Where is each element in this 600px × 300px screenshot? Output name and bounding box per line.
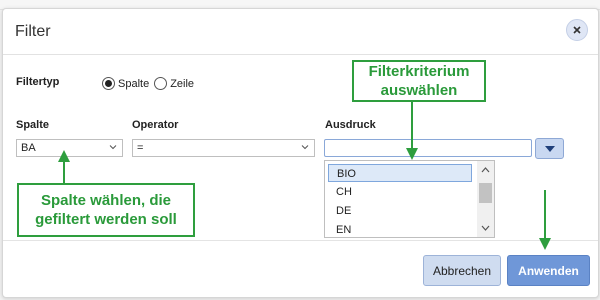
expression-label: Ausdruck — [325, 119, 376, 131]
list-item[interactable]: BIO — [328, 164, 472, 182]
chevron-down-icon[interactable] — [480, 223, 491, 233]
column-select-value: BA — [21, 142, 36, 154]
dialog-header: Filter — [3, 9, 598, 55]
expression-dropdown-button[interactable] — [535, 138, 564, 159]
chevron-up-icon[interactable] — [480, 165, 491, 175]
filter-type-radio-group: Spalte Zeile — [102, 77, 199, 90]
list-item[interactable]: EN — [328, 221, 472, 239]
cancel-button[interactable]: Abbrechen — [423, 255, 501, 286]
filter-dialog: Filter Filtertyp Spalte Zeile Spalte Ope… — [2, 8, 599, 298]
apply-button[interactable]: Anwenden — [507, 255, 590, 286]
radio-row-label: Zeile — [170, 77, 195, 90]
callout-choose-column: Spalte wählen, die gefiltert werden soll — [17, 183, 195, 237]
operator-select-value: = — [137, 142, 144, 154]
operator-label: Operator — [132, 119, 179, 131]
scrollbar[interactable] — [477, 161, 494, 237]
radio-column[interactable] — [102, 77, 115, 90]
footer-divider — [3, 240, 598, 241]
filter-type-label: Filtertyp — [16, 76, 60, 88]
list-item[interactable]: DE — [328, 202, 472, 220]
expression-dropdown-list: BIO CH DE EN — [324, 160, 495, 238]
close-button[interactable] — [566, 19, 588, 41]
callout-filter-criterion: Filterkriterium auswählen — [352, 60, 486, 102]
chevron-down-icon — [301, 145, 309, 150]
list-item[interactable]: CH — [328, 183, 472, 201]
radio-column-label: Spalte — [118, 77, 150, 90]
radio-row[interactable] — [154, 77, 168, 90]
close-icon — [573, 26, 581, 34]
column-select[interactable]: BA — [16, 139, 123, 157]
scrollbar-thumb[interactable] — [479, 183, 492, 203]
radio-selected-dot — [105, 80, 112, 87]
caret-down-icon — [544, 145, 555, 152]
expression-input[interactable] — [324, 139, 532, 157]
operator-select[interactable]: = — [132, 139, 315, 157]
dialog-title: Filter — [15, 23, 51, 40]
column-label: Spalte — [16, 119, 50, 131]
chevron-down-icon — [109, 145, 117, 150]
